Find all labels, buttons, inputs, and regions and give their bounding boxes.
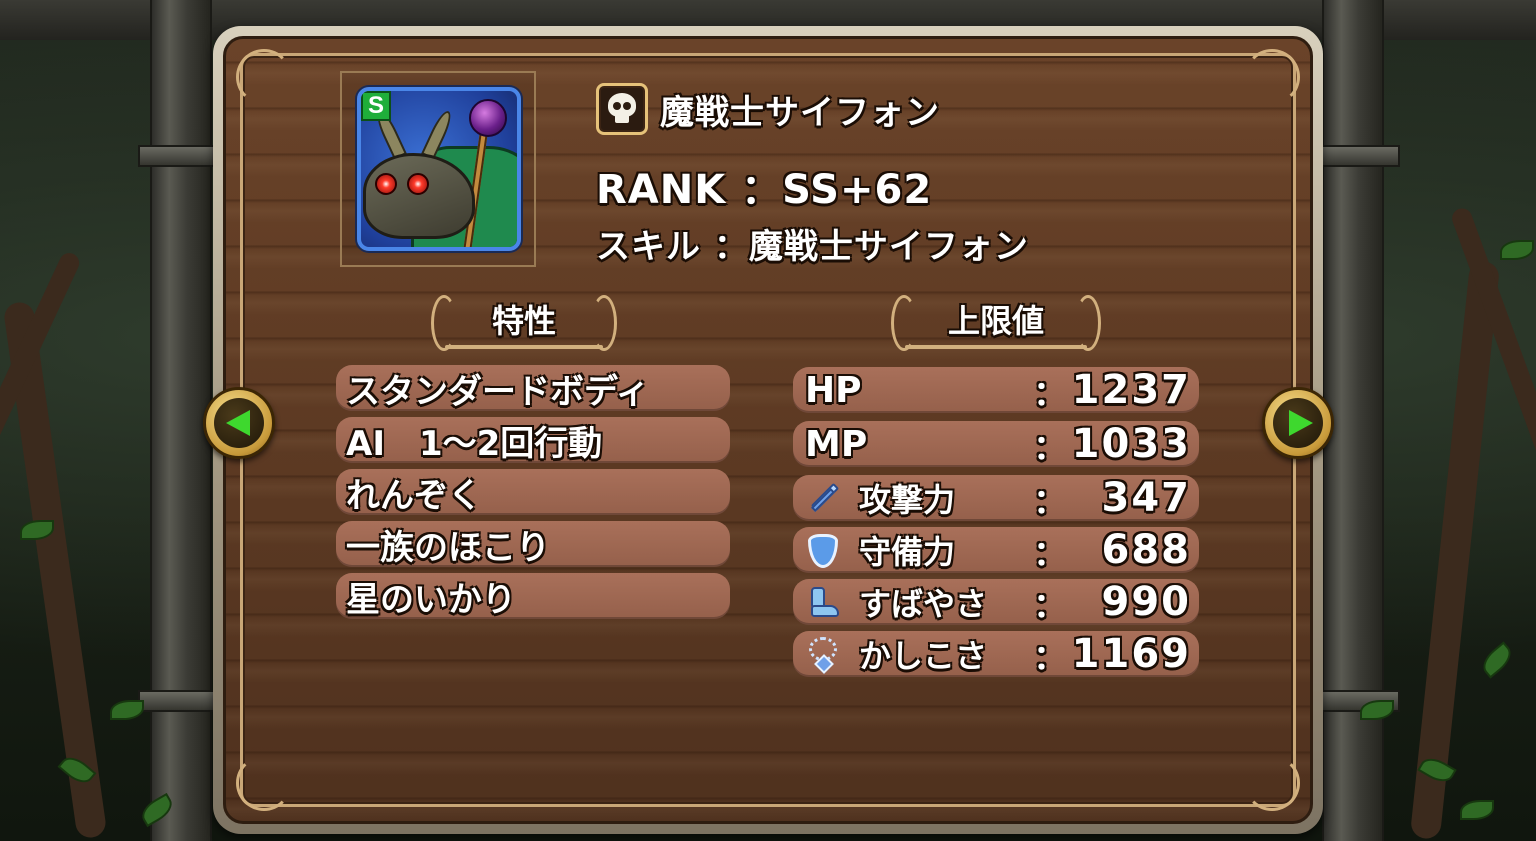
shield-icon — [805, 533, 841, 569]
corner-ornament — [236, 49, 292, 105]
trait-label: 星のいかり — [346, 579, 516, 620]
previous-monster-button[interactable] — [203, 387, 275, 459]
trait-row[interactable]: れんぞく — [336, 469, 730, 516]
corner-ornament — [236, 755, 292, 811]
stat-colon: ： — [1033, 481, 1067, 522]
stat-label: 攻撃力 — [859, 481, 956, 519]
stat-label: MP — [805, 423, 868, 465]
trait-row[interactable]: スタンダードボディ — [336, 365, 730, 412]
trait-row[interactable]: 星のいかり — [336, 573, 730, 620]
monster-eye — [375, 173, 397, 195]
trait-label: スタンダードボディ — [346, 371, 650, 412]
stat-row-wisdom: かしこさ ： 1169 — [793, 631, 1199, 678]
trait-row[interactable]: 一族のほこり — [336, 521, 730, 568]
rank-text: RANK ：SS+62 — [596, 167, 933, 213]
stat-colon: ： — [1033, 373, 1067, 414]
header-underline — [905, 345, 1087, 349]
monster-portrait[interactable]: S — [357, 87, 521, 251]
corner-ornament — [1244, 49, 1300, 105]
monster-detail-panel: S 魔戦士サイフォン RANK ：SS+62 スキル ：魔戦士サイフォン 特性 … — [213, 26, 1323, 834]
scroll-ornament — [431, 295, 457, 351]
arrow-left-icon — [214, 398, 264, 448]
limits-title: 上限値 — [947, 302, 1044, 340]
tree-branch — [1409, 260, 1501, 840]
arrow-right-icon — [1273, 398, 1323, 448]
necklace-icon — [805, 637, 841, 674]
stat-row-attack: 攻撃力 ： 347 — [793, 475, 1199, 522]
monster-eye — [407, 173, 429, 195]
stat-value: 688 — [1101, 527, 1191, 573]
trait-label: れんぞく — [346, 475, 482, 516]
stat-label: 守備力 — [859, 533, 956, 571]
rank-badge: S — [361, 91, 391, 121]
stat-row-agility: すばやさ ： 990 — [793, 579, 1199, 626]
type-badge — [596, 83, 648, 135]
stat-label: すばやさ — [859, 585, 988, 623]
leaf — [1477, 641, 1517, 679]
stat-row-mp: MP ： 1033 — [793, 421, 1199, 468]
stat-colon: ： — [1033, 533, 1067, 574]
scroll-ornament — [891, 295, 917, 351]
sword-icon — [805, 481, 841, 517]
scroll-ornament — [591, 295, 617, 351]
stat-value: 347 — [1101, 475, 1191, 521]
boot-icon — [805, 585, 841, 621]
skull-icon — [606, 93, 638, 125]
trait-row[interactable]: AI 1～2回行動 — [336, 417, 730, 464]
trait-label: 一族のほこり — [346, 527, 550, 568]
monster-name-row: 魔戦士サイフォン — [596, 83, 940, 135]
stat-value: 1169 — [1071, 631, 1191, 677]
portrait-frame: S — [340, 71, 536, 267]
pillar-cap — [1310, 145, 1400, 167]
leaf — [110, 700, 144, 720]
skill-text: スキル ：魔戦士サイフォン — [596, 227, 1029, 267]
stat-row-hp: HP ： 1237 — [793, 367, 1199, 414]
leaf — [1500, 240, 1534, 260]
stat-colon: ： — [1033, 427, 1067, 468]
traits-header: 特性 — [431, 289, 617, 353]
stat-value: 990 — [1101, 579, 1191, 625]
monster-name: 魔戦士サイフォン — [660, 92, 940, 133]
stat-label: HP — [805, 369, 862, 411]
stat-value: 1237 — [1071, 367, 1191, 413]
wood-panel: S 魔戦士サイフォン RANK ：SS+62 スキル ：魔戦士サイフォン 特性 … — [223, 36, 1313, 824]
limits-header: 上限値 — [891, 289, 1101, 353]
stat-colon: ： — [1033, 637, 1067, 678]
staff-orb — [469, 99, 507, 137]
stat-colon: ： — [1033, 585, 1067, 626]
traits-title: 特性 — [491, 302, 556, 340]
scroll-ornament — [1075, 295, 1101, 351]
next-monster-button[interactable] — [1262, 387, 1334, 459]
corner-ornament — [1244, 755, 1300, 811]
stat-value: 1033 — [1071, 421, 1191, 467]
trait-label: AI 1～2回行動 — [346, 423, 603, 464]
stat-label: かしこさ — [859, 637, 988, 675]
stat-row-defense: 守備力 ： 688 — [793, 527, 1199, 574]
leaf — [1460, 800, 1494, 820]
header-underline — [445, 345, 603, 349]
leaf — [1360, 700, 1394, 720]
